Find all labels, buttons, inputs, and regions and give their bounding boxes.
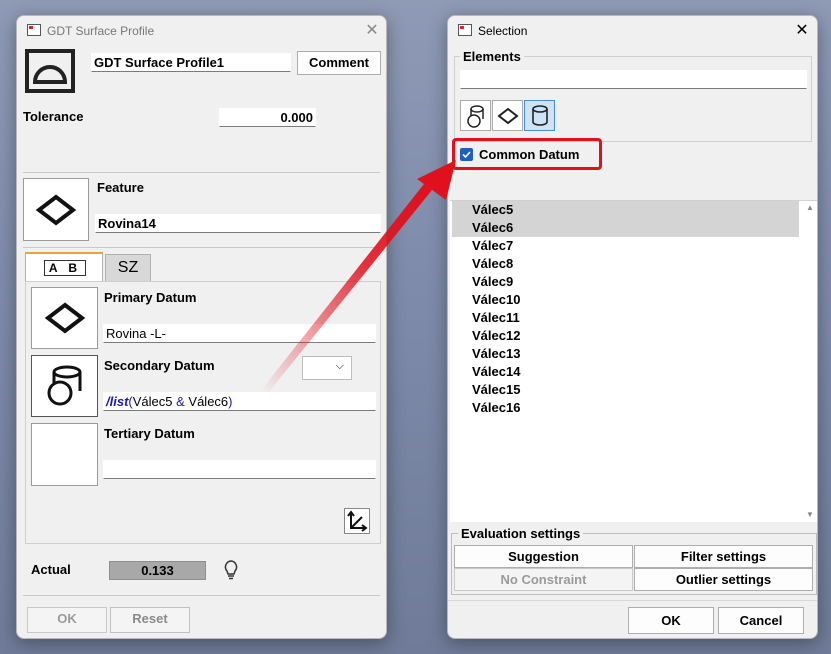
actual-label: Actual <box>31 562 71 577</box>
scroll-down-icon[interactable]: ▼ <box>806 510 814 519</box>
list-item[interactable]: Válec12 <box>452 327 799 345</box>
scroll-up-icon[interactable]: ▲ <box>806 203 814 212</box>
name-field[interactable]: GDT Surface Profile1 <box>91 53 291 72</box>
plane-icon <box>44 302 85 334</box>
list-item[interactable]: Válec10 <box>452 291 799 309</box>
tolerance-field[interactable]: 0.000 <box>219 108 316 127</box>
outlier-settings-button[interactable]: Outlier settings <box>634 568 813 591</box>
feature-field[interactable]: Rovina14 <box>95 214 381 233</box>
tab-sz[interactable]: SZ <box>105 254 151 282</box>
title-bar: GDT Surface Profile ✕ <box>17 16 386 46</box>
scrollbar[interactable]: ▲ ▼ <box>803 201 817 523</box>
common-datum-checkbox[interactable] <box>460 148 473 161</box>
tab-ab-label: A B <box>44 260 86 276</box>
tertiary-datum-field[interactable] <box>103 460 376 479</box>
primary-datum-icon-button[interactable] <box>31 287 98 349</box>
primary-datum-label: Primary Datum <box>104 290 197 305</box>
secondary-datum-icon-button[interactable] <box>31 355 98 417</box>
divider <box>23 247 380 248</box>
list-item[interactable]: Válec14 <box>452 363 799 381</box>
datum-b: Válec6 <box>188 394 229 409</box>
tolerance-label: Tolerance <box>23 109 84 124</box>
app-icon <box>27 24 41 36</box>
chevron-down-icon: ⌵ <box>335 360 344 372</box>
secondary-datum-label: Secondary Datum <box>104 358 215 373</box>
cylinder-sphere-icon <box>467 105 484 128</box>
plane-icon <box>35 193 77 226</box>
filter-cylinder-button[interactable] <box>524 100 555 131</box>
list-item[interactable]: Válec11 <box>452 309 799 327</box>
reset-button[interactable]: Reset <box>110 607 190 633</box>
evaluation-settings-label: Evaluation settings <box>458 526 584 541</box>
list-item[interactable]: Válec9 <box>452 273 799 291</box>
cylinder-icon <box>532 105 548 126</box>
feature-icon-button[interactable] <box>23 178 89 241</box>
common-datum-label[interactable]: Common Datum <box>479 147 579 162</box>
filter-settings-button[interactable]: Filter settings <box>634 545 813 568</box>
list-item[interactable]: Válec5 <box>452 201 799 219</box>
actual-value: 0.133 <box>109 561 206 580</box>
cylinder-sphere-icon <box>47 365 81 406</box>
secondary-datum-field[interactable]: /list(Válec5 & Válec6) <box>103 392 376 411</box>
list-item[interactable]: Válec16 <box>452 399 799 417</box>
lightbulb-icon[interactable] <box>223 559 239 581</box>
no-constraint-button[interactable]: No Constraint <box>454 568 633 591</box>
tertiary-datum-label: Tertiary Datum <box>104 426 195 441</box>
checkmark-icon <box>462 151 471 159</box>
tab-ab[interactable]: A B <box>25 252 103 282</box>
close-icon[interactable]: ✕ <box>790 21 814 41</box>
list-items-container: Válec5 Válec6 Válec7 Válec8 Válec9 Válec10 Vál… <box>450 201 801 522</box>
coordinate-system-button[interactable] <box>344 508 370 534</box>
list-item[interactable]: Válec8 <box>452 255 799 273</box>
list-keyword: /list <box>106 394 129 409</box>
paren-close: ) <box>228 394 233 409</box>
window-title: GDT Surface Profile <box>47 24 155 38</box>
close-icon[interactable]: ✕ <box>360 21 384 41</box>
list-item[interactable]: Válec7 <box>452 237 799 255</box>
divider <box>23 172 380 173</box>
datum-panel: Primary Datum Rovina -L- Secondary Datum… <box>25 281 381 544</box>
plane-icon <box>497 107 519 125</box>
ok-button[interactable]: OK <box>27 607 107 633</box>
list-item[interactable]: Válec6 <box>452 219 799 237</box>
feature-label: Feature <box>97 180 144 195</box>
gdt-surface-profile-dialog: GDT Surface Profile ✕ GDT Surface Profil… <box>16 15 387 639</box>
elements-group: Elements <box>454 49 812 142</box>
selection-dialog: Selection ✕ Elements Common Datum Válec5… <box>447 15 818 639</box>
filter-mixed-button[interactable] <box>460 100 491 131</box>
ok-button[interactable]: OK <box>628 607 714 634</box>
list-item[interactable]: Válec15 <box>452 381 799 399</box>
filter-plane-button[interactable] <box>492 100 523 131</box>
window-title: Selection <box>478 24 528 38</box>
tab-ab-text: A B <box>48 261 82 275</box>
comment-button[interactable]: Comment <box>297 51 381 75</box>
suggestion-button[interactable]: Suggestion <box>454 545 633 568</box>
surface-profile-icon <box>25 49 75 93</box>
datum-a: Válec5 <box>132 394 173 409</box>
ampersand: & <box>172 394 189 409</box>
cancel-button[interactable]: Cancel <box>718 607 804 634</box>
app-icon <box>458 24 472 36</box>
tertiary-datum-icon-button[interactable] <box>31 423 98 486</box>
title-bar: Selection ✕ <box>448 16 817 46</box>
list-item[interactable]: Válec13 <box>452 345 799 363</box>
primary-datum-field[interactable]: Rovina -L- <box>103 324 376 343</box>
element-list[interactable]: Válec5 Válec6 Válec7 Válec8 Válec9 Válec10 Vál… <box>450 200 817 522</box>
axes-icon <box>347 510 368 532</box>
elements-field[interactable] <box>460 70 807 89</box>
secondary-datum-dropdown[interactable]: ⌵ <box>302 356 352 380</box>
elements-label: Elements <box>460 49 524 64</box>
divider <box>23 595 380 596</box>
tab-sz-label: SZ <box>117 259 139 276</box>
divider <box>448 600 817 601</box>
